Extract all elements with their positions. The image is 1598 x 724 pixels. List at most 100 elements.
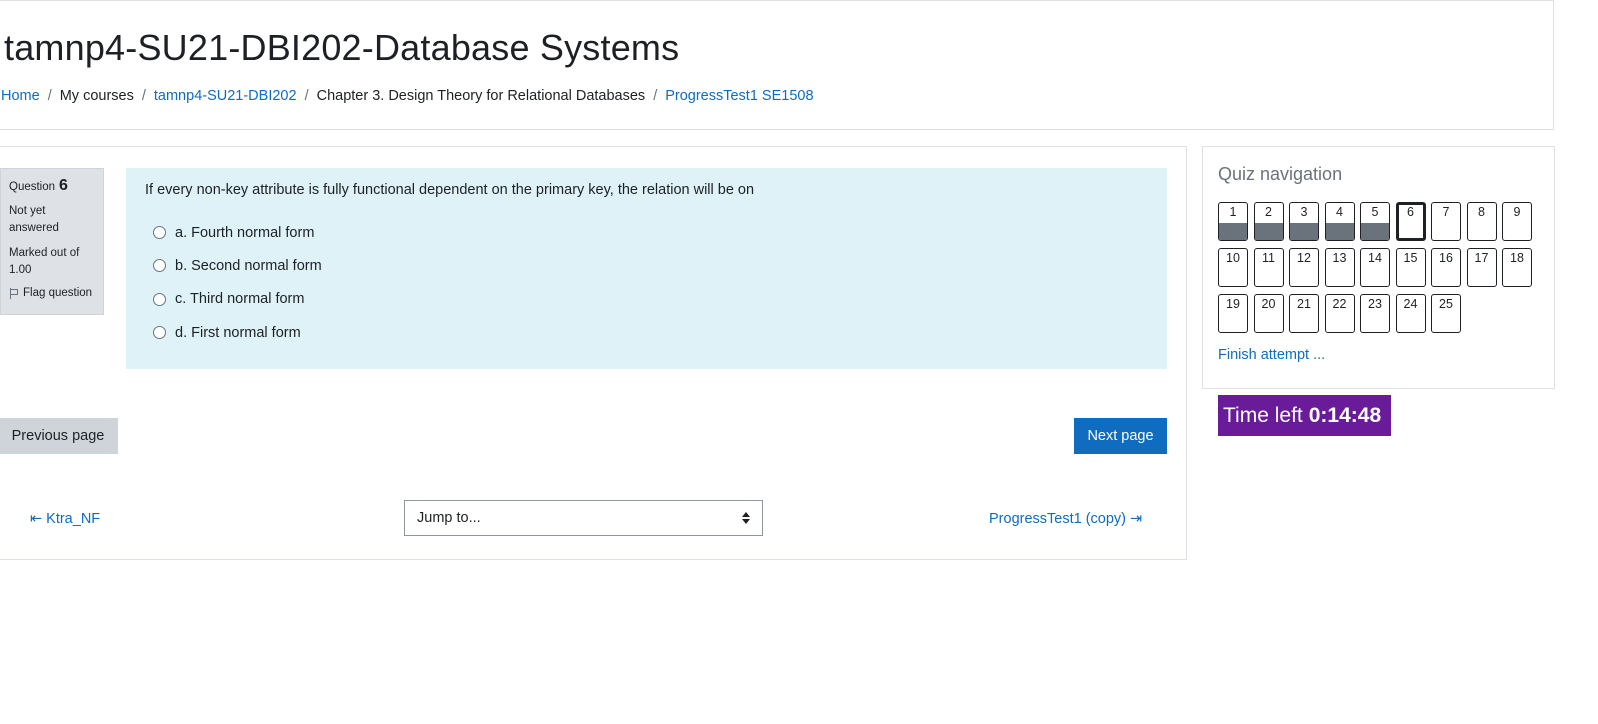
quiz-nav-button-5[interactable]: 5 bbox=[1360, 202, 1390, 241]
previous-activity-link[interactable]: ⇤ Ktra_NF bbox=[30, 511, 100, 527]
arrow-right-icon: ⇤ bbox=[1130, 511, 1143, 527]
question-label: Question bbox=[9, 181, 56, 193]
quiz-nav-number: 8 bbox=[1478, 205, 1485, 219]
quiz-nav-number: 12 bbox=[1297, 251, 1311, 265]
flag-question-button[interactable]: Flag question bbox=[9, 287, 95, 299]
quiz-navigation-grid: 1 2 3 4 5 6 7 8 9 10 11 12 13 14 15 16 17 18 19 20 21 22 23 24 2… bbox=[1218, 202, 1538, 333]
quiz-nav-number: 22 bbox=[1332, 297, 1347, 311]
quiz-nav-button-17[interactable]: 17 bbox=[1466, 248, 1497, 287]
finish-attempt-link[interactable]: Finish attempt ... bbox=[1218, 347, 1325, 363]
breadcrumb-my-courses: My courses bbox=[59, 88, 134, 104]
question-grade: Marked out of 1.00 bbox=[9, 247, 80, 276]
breadcrumb-section: Chapter 3. Design Theory for Relational … bbox=[316, 88, 646, 104]
answer-option-c[interactable]: c. Third normal form bbox=[145, 283, 1148, 316]
jump-to-value: Jump to... bbox=[417, 510, 481, 526]
quiz-nav-button-20[interactable]: 20 bbox=[1253, 294, 1284, 333]
quiz-nav-number: 17 bbox=[1474, 251, 1489, 265]
breadcrumb-course[interactable]: tamnp4-SU21-DBI202 bbox=[154, 88, 297, 104]
quiz-navigation-title: Quiz navigation bbox=[1218, 164, 1343, 184]
radio-button[interactable] bbox=[153, 326, 166, 340]
breadcrumb-separator: / bbox=[304, 88, 309, 104]
quiz-nav-button-3[interactable]: 3 bbox=[1289, 202, 1319, 241]
quiz-nav-number: 1 bbox=[1229, 205, 1237, 219]
question-info: Question 6 Not yet answered Marked out o… bbox=[0, 168, 104, 315]
previous-activity-label[interactable]: Ktra_NF bbox=[46, 511, 100, 527]
quiz-nav-number: 4 bbox=[1336, 205, 1343, 219]
quiz-navigation-block: Quiz navigation 1 2 3 4 5 6 7 8 9 10 11 12 13 14 15 16 1… bbox=[1202, 146, 1555, 389]
question-content: If every non-key attribute is fully func… bbox=[126, 168, 1167, 369]
quiz-nav-button-15[interactable]: 15 bbox=[1395, 248, 1426, 287]
quiz-nav-number: 20 bbox=[1261, 297, 1276, 311]
quiz-nav-number: 11 bbox=[1262, 251, 1275, 265]
breadcrumb: Home / My courses / tamnp4-SU21-DBI202 /… bbox=[1, 88, 814, 104]
quiz-timer: Time left 0:14:48 bbox=[1218, 395, 1391, 436]
answer-option-b[interactable]: b. Second normal form bbox=[145, 249, 1148, 282]
answer-label[interactable]: a. Fourth normal form bbox=[175, 225, 314, 241]
next-page-button[interactable]: Next page bbox=[1074, 418, 1167, 454]
select-caret-icon bbox=[742, 512, 750, 524]
quiz-nav-number: 24 bbox=[1403, 297, 1418, 311]
question-number-value: 6 bbox=[59, 177, 68, 194]
quiz-nav-number: 2 bbox=[1265, 205, 1272, 219]
question-text: If every non-key attribute is fully func… bbox=[145, 182, 755, 198]
radio-button[interactable] bbox=[153, 292, 166, 306]
quiz-nav-number: 21 bbox=[1297, 297, 1311, 311]
quiz-nav-button-4[interactable]: 4 bbox=[1324, 202, 1355, 241]
quiz-nav-button-25[interactable]: 25 bbox=[1431, 294, 1461, 333]
answer-option-a[interactable]: a. Fourth normal form bbox=[145, 216, 1148, 249]
quiz-nav-button-19[interactable]: 19 bbox=[1218, 294, 1248, 333]
quiz-nav-button-11[interactable]: 11 bbox=[1253, 248, 1284, 287]
question-state: Not yet answered bbox=[9, 205, 59, 234]
quiz-nav-number: 23 bbox=[1368, 297, 1382, 311]
answer-label[interactable]: c. Third normal form bbox=[175, 291, 304, 307]
quiz-nav-number: 18 bbox=[1510, 251, 1524, 265]
quiz-nav-button-21[interactable]: 21 bbox=[1289, 294, 1319, 333]
quiz-nav-button-8[interactable]: 8 bbox=[1466, 202, 1497, 241]
timer-label: Time left bbox=[1223, 403, 1303, 427]
answer-option-d[interactable]: d. First normal form bbox=[145, 316, 1148, 349]
quiz-nav-number: 6 bbox=[1407, 205, 1414, 219]
quiz-nav-button-7[interactable]: 7 bbox=[1431, 202, 1461, 241]
page-header: tamnp4-SU21-DBI202-Database Systems Home… bbox=[0, 0, 1554, 130]
answer-label[interactable]: b. Second normal form bbox=[175, 258, 322, 274]
quiz-nav-button-18[interactable]: 18 bbox=[1502, 248, 1532, 287]
breadcrumb-home[interactable]: Home bbox=[1, 88, 40, 104]
quiz-nav-button-16[interactable]: 16 bbox=[1431, 248, 1461, 287]
quiz-nav-button-10[interactable]: 10 bbox=[1218, 248, 1248, 287]
quiz-nav-button-2[interactable]: 2 bbox=[1253, 202, 1284, 241]
quiz-nav-button-23[interactable]: 23 bbox=[1360, 294, 1390, 333]
quiz-nav-number: 3 bbox=[1300, 205, 1308, 219]
quiz-nav-button-22[interactable]: 22 bbox=[1324, 294, 1355, 333]
quiz-nav-number: 7 bbox=[1442, 205, 1450, 219]
quiz-nav-number: 9 bbox=[1513, 205, 1521, 219]
flag-icon bbox=[9, 287, 18, 299]
quiz-nav-button-14[interactable]: 14 bbox=[1360, 248, 1390, 287]
quiz-nav-button-13[interactable]: 13 bbox=[1324, 248, 1355, 287]
quiz-nav-button-1[interactable]: 1 bbox=[1218, 202, 1248, 241]
next-activity-link[interactable]: ProgressTest1 (copy) ⇤ bbox=[989, 511, 1142, 527]
arrow-left-icon: ⇤ bbox=[30, 511, 43, 527]
answer-label[interactable]: d. First normal form bbox=[175, 325, 301, 341]
quiz-nav-button-24[interactable]: 24 bbox=[1395, 294, 1426, 333]
quiz-nav-number: 19 bbox=[1226, 297, 1240, 311]
radio-button[interactable] bbox=[153, 226, 166, 240]
previous-page-button[interactable]: Previous page bbox=[0, 418, 118, 454]
question-number: Question 6 bbox=[9, 177, 95, 195]
next-activity-label[interactable]: ProgressTest1 (copy) bbox=[989, 511, 1126, 527]
quiz-nav-button-12[interactable]: 12 bbox=[1289, 248, 1319, 287]
quiz-nav-number: 14 bbox=[1368, 251, 1382, 265]
radio-button[interactable] bbox=[153, 259, 166, 273]
breadcrumb-separator: / bbox=[141, 88, 146, 104]
quiz-nav-button-9[interactable]: 9 bbox=[1502, 202, 1532, 241]
quiz-nav-button-6[interactable]: 6 bbox=[1395, 202, 1426, 241]
quiz-nav-number: 13 bbox=[1332, 251, 1347, 265]
jump-to-select[interactable]: Jump to... bbox=[404, 500, 763, 536]
page-title: tamnp4-SU21-DBI202-Database Systems bbox=[4, 27, 680, 68]
quiz-nav-number: 16 bbox=[1439, 251, 1453, 265]
quiz-nav-number: 5 bbox=[1371, 205, 1379, 219]
breadcrumb-quiz[interactable]: ProgressTest1 SE1508 bbox=[665, 88, 813, 104]
quiz-main-region: Question 6 Not yet answered Marked out o… bbox=[0, 146, 1187, 560]
quiz-nav-number: 15 bbox=[1403, 251, 1418, 265]
breadcrumb-separator: / bbox=[47, 88, 52, 104]
quiz-nav-number: 10 bbox=[1226, 251, 1240, 265]
